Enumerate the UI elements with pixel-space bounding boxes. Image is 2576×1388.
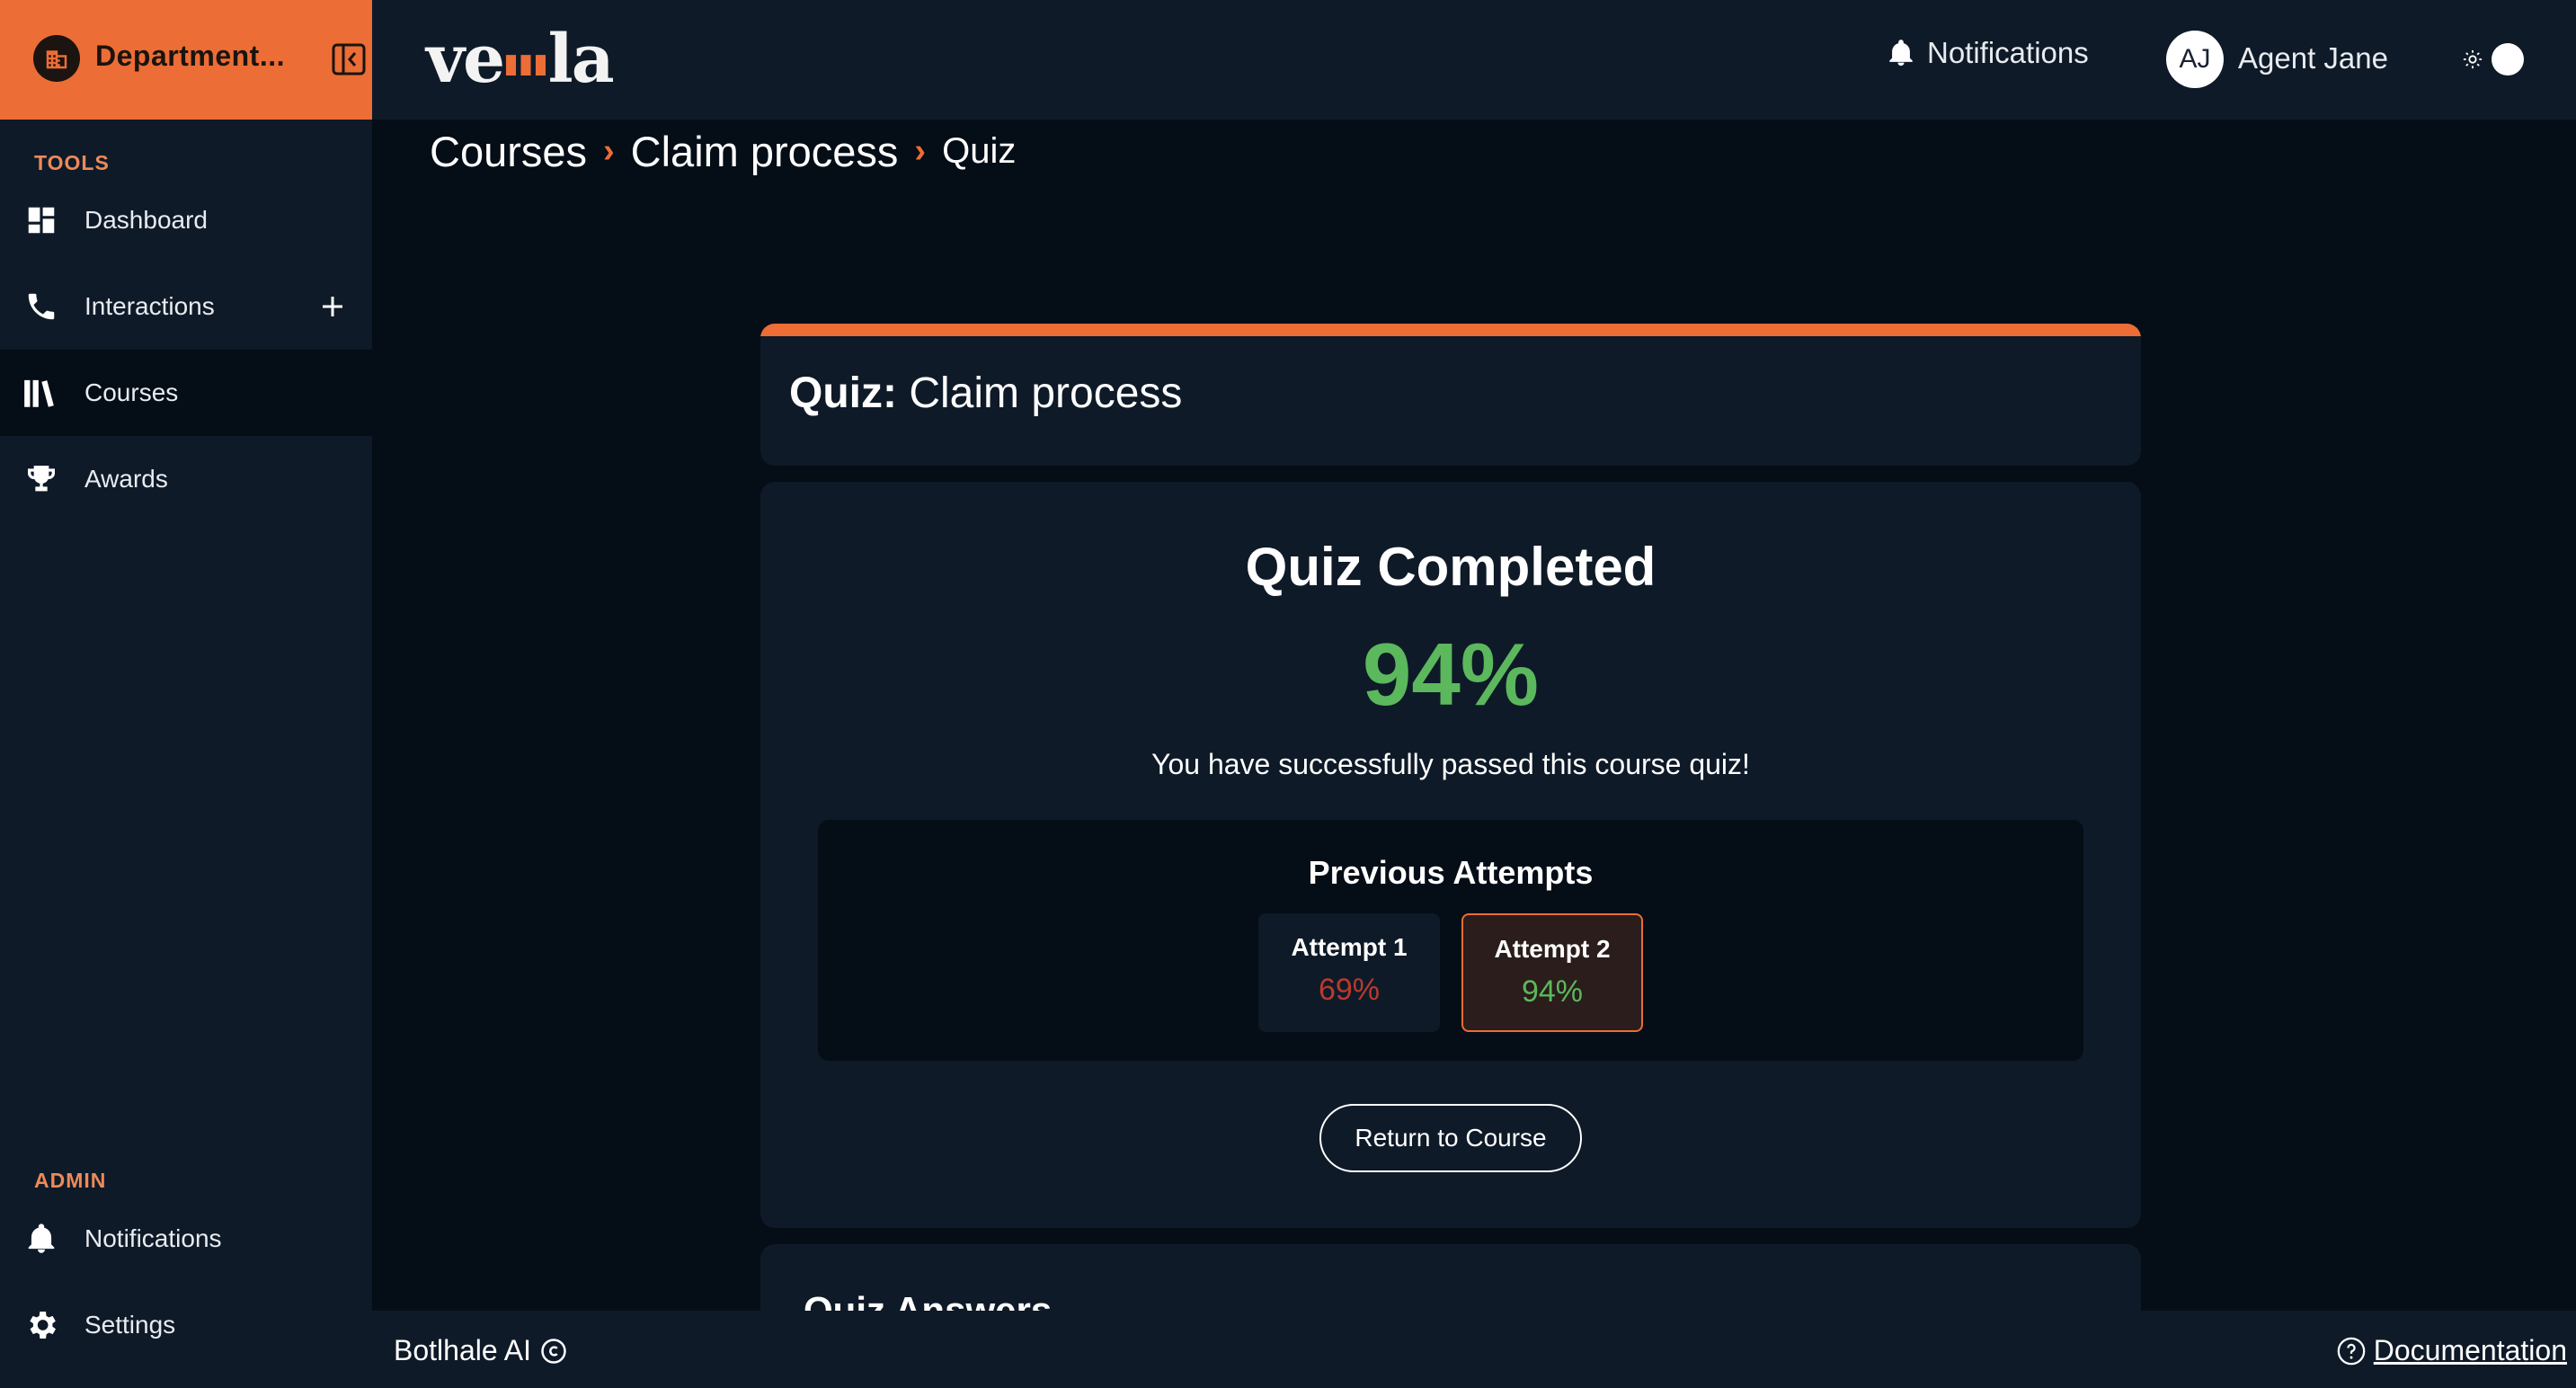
attempt-score: 69%: [1318, 973, 1381, 1007]
previous-attempts-title: Previous Attempts: [1308, 854, 1594, 891]
quiz-result-card: Quiz Completed 94% You have successfully…: [760, 482, 2141, 1228]
attempt-label: Attempt 2: [1494, 935, 1611, 963]
result-message: You have successfully passed this course…: [1151, 748, 1750, 780]
building-icon: [33, 35, 80, 82]
notifications-label: Notifications: [1927, 36, 2089, 69]
quiz-title-prefix: Quiz:: [789, 369, 897, 417]
accent-bar: [760, 324, 2141, 336]
breadcrumb-claim-process[interactable]: Claim process: [631, 127, 899, 176]
quiz-answers-title: Quiz Answers: [804, 1289, 1053, 1311]
department-name: Department...: [95, 40, 285, 72]
admin-section-label: ADMIN: [34, 1169, 107, 1192]
quiz-header-card: Quiz: Claim process: [760, 324, 2141, 466]
help-icon: [2337, 1337, 2366, 1365]
user-name[interactable]: Agent Jane: [2238, 41, 2388, 76]
documentation-label: Documentation: [2373, 1334, 2567, 1366]
attempt-label: Attempt 1: [1291, 933, 1408, 961]
attempt-score: 94%: [1521, 974, 1584, 1009]
documentation-link[interactable]: Documentation: [2336, 1334, 2567, 1367]
notifications-button[interactable]: Notifications: [1886, 36, 2089, 70]
toggle-knob: [2492, 43, 2524, 76]
copyright-icon: [541, 1338, 566, 1364]
sidebar-item-label: Settings: [84, 1311, 176, 1339]
sidebar-item-label: Awards: [84, 465, 168, 493]
bell-icon: [1889, 40, 1913, 67]
sidebar-item-label: Notifications: [84, 1224, 222, 1252]
sidebar-item-notifications[interactable]: Notifications: [0, 1196, 372, 1282]
breadcrumb-quiz: Quiz: [942, 130, 1017, 171]
attempt-2-card[interactable]: Attempt 2 94%: [1461, 913, 1643, 1032]
top-bar: ve▮▮▮la Notifications AJ Agent Jane: [372, 0, 2576, 120]
breadcrumb-courses[interactable]: Courses: [430, 127, 587, 176]
books-icon: [22, 373, 61, 413]
sidebar-item-label: Courses: [84, 378, 179, 406]
add-interaction-icon[interactable]: [315, 289, 351, 325]
sidebar-item-courses[interactable]: Courses: [0, 350, 372, 436]
quiz-title-name: Claim process: [909, 369, 1183, 417]
brand-logo[interactable]: ve▮▮▮la: [426, 26, 615, 93]
sidebar: Department... TOOLS Dashboard Interactio…: [0, 0, 372, 1388]
department-switcher[interactable]: Department...: [0, 0, 372, 120]
dashboard-icon: [22, 200, 61, 240]
footer: Botlhale AI Documentation: [372, 1311, 2576, 1388]
footer-brand: Botlhale AI: [394, 1334, 567, 1367]
tools-section-label: TOOLS: [34, 151, 110, 174]
sidebar-item-label: Dashboard: [84, 206, 208, 234]
trophy-icon: [22, 459, 61, 499]
sidebar-item-awards[interactable]: Awards: [0, 436, 372, 522]
chevron-right-icon: ›: [603, 131, 615, 170]
phone-icon: [22, 287, 61, 326]
return-to-course-button[interactable]: Return to Course: [1319, 1104, 1582, 1172]
sidebar-item-label: Interactions: [84, 292, 215, 320]
sidebar-item-settings[interactable]: Settings: [0, 1282, 372, 1368]
quiz-title: Quiz: Claim process: [789, 369, 1182, 418]
sidebar-item-dashboard[interactable]: Dashboard: [0, 177, 372, 263]
bell-icon: [22, 1219, 61, 1259]
sidebar-collapse-icon: [332, 43, 366, 76]
chevron-right-icon: ›: [914, 131, 927, 170]
quiz-answers-card: Quiz Answers: [760, 1244, 2141, 1311]
footer-brand-name: Botlhale AI: [394, 1334, 531, 1366]
gear-icon: [22, 1305, 61, 1345]
sun-icon: [2463, 49, 2483, 69]
attempt-1-card[interactable]: Attempt 1 69%: [1258, 913, 1440, 1032]
sidebar-item-interactions[interactable]: Interactions: [0, 263, 372, 350]
collapse-sidebar-button[interactable]: [329, 40, 369, 79]
result-score: 94%: [1362, 625, 1540, 724]
avatar[interactable]: AJ: [2166, 31, 2224, 88]
breadcrumb: Courses › Claim process › Quiz: [430, 124, 1016, 178]
theme-toggle[interactable]: [2463, 41, 2526, 77]
result-title: Quiz Completed: [1245, 537, 1657, 597]
previous-attempts-panel: Previous Attempts Attempt 1 69% Attempt …: [818, 820, 2083, 1061]
